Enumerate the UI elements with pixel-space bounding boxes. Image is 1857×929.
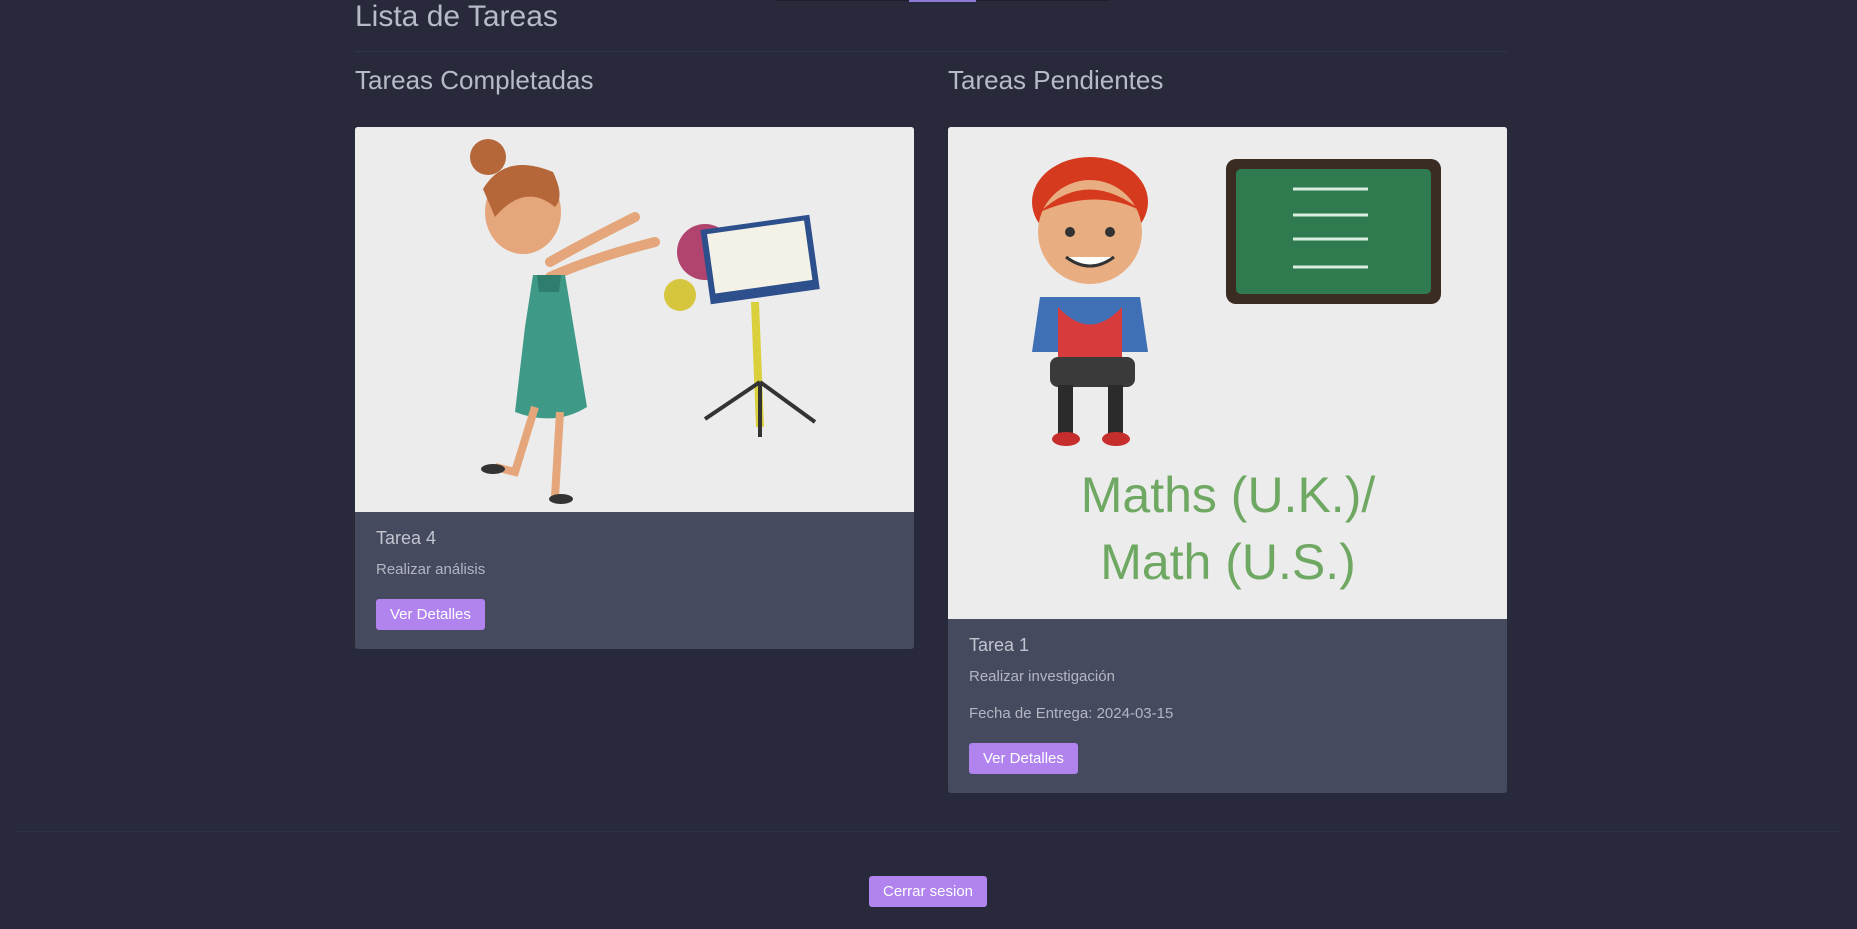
girl-music-illustration: [355, 127, 914, 512]
main-container: Lista de Tareas Tareas Completadas Tarea…: [355, 0, 1507, 793]
task-card: Tarea 4 Realizar análisis Ver Detalles: [355, 127, 914, 649]
pending-heading: Tareas Pendientes: [948, 65, 1164, 95]
task-image-boy-math: Maths (U.K.)/ Math (U.S.): [948, 127, 1507, 619]
task-card-body: Tarea 4 Realizar análisis Ver Detalles: [355, 512, 914, 649]
task-title: Tarea 4: [376, 528, 437, 548]
image-caption-line2: Math (U.S.): [1100, 534, 1356, 590]
boy-math-illustration: Maths (U.K.)/ Math (U.S.): [948, 127, 1507, 619]
pending-column: Tareas Pendientes Maths (U.K.)/ Math (U.…: [948, 62, 1507, 793]
completed-column: Tareas Completadas Tarea 4 Realizar anál…: [355, 62, 914, 649]
task-description: Realizar análisis: [376, 561, 486, 578]
image-caption-line1: Maths (U.K.)/: [1081, 467, 1376, 523]
task-due-date: Fecha de Entrega: 2024-03-15: [969, 705, 1174, 722]
view-details-button[interactable]: Ver Detalles: [969, 743, 1078, 774]
page-title: Lista de Tareas: [355, 0, 558, 33]
task-image-girl-music: [355, 127, 914, 512]
task-description: Realizar investigación: [969, 668, 1115, 685]
task-card-body: Tarea 1 Realizar investigación Fecha de …: [948, 619, 1507, 793]
page: Lista de Tareas Tareas Completadas Tarea…: [0, 0, 1857, 929]
task-title: Tarea 1: [969, 635, 1030, 655]
footer-divider: [16, 831, 1841, 832]
divider: [355, 51, 1507, 52]
view-details-button[interactable]: Ver Detalles: [376, 599, 485, 630]
completed-heading: Tareas Completadas: [355, 65, 594, 95]
logout-button[interactable]: Cerrar sesion: [869, 876, 988, 907]
task-card: Maths (U.K.)/ Math (U.S.) Tarea 1 Realiz…: [948, 127, 1507, 793]
